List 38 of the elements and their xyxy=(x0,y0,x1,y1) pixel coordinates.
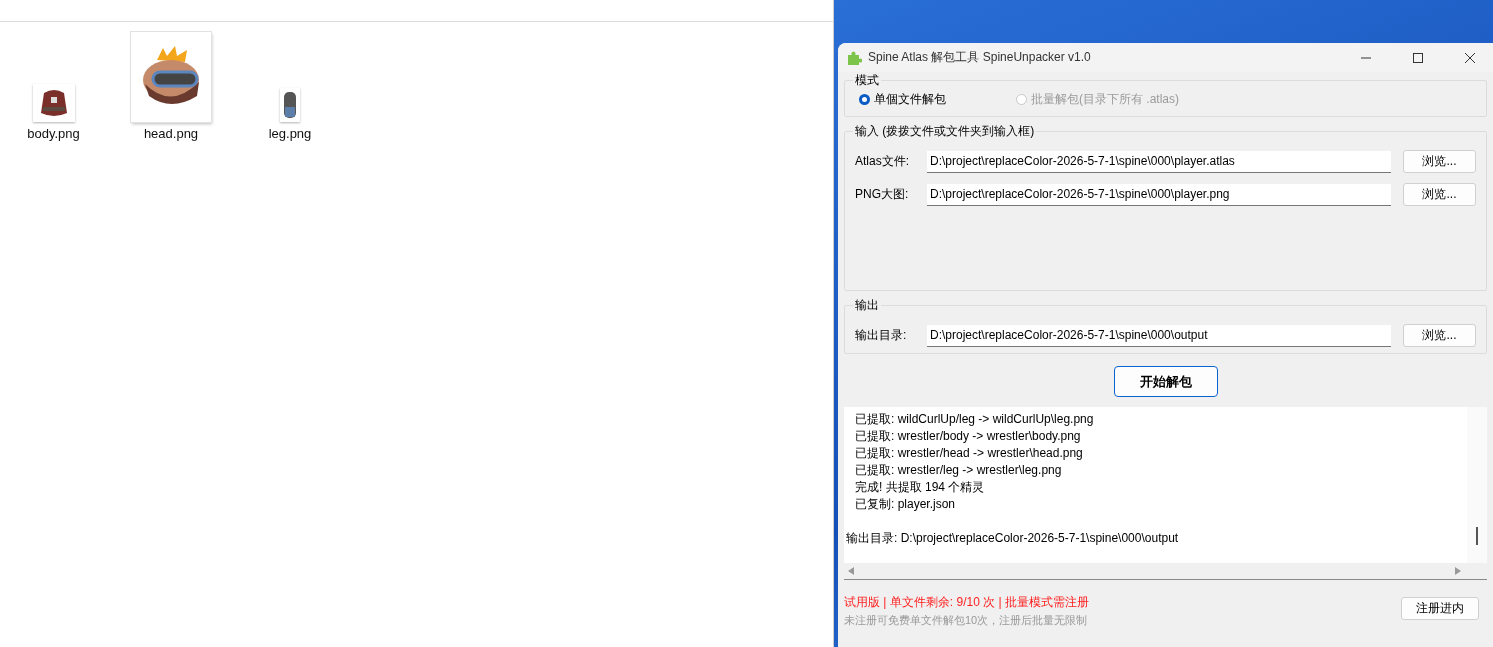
browse-button[interactable]: 浏览... xyxy=(1403,150,1476,173)
radio-option[interactable]: 单個文件解包 xyxy=(859,91,946,108)
log-line: 输出目录: D:\project\replaceColor-2026-5-7-1\spine\000\output xyxy=(846,530,1180,547)
browse-button[interactable]: 浏览... xyxy=(1403,183,1476,206)
log-line: 已提取: wrestler/body -> wrestler\body.png xyxy=(854,428,1082,445)
path-input-field[interactable]: D:\project\replaceColor-2026-5-7-1\spine\000\player.atlas xyxy=(927,150,1391,173)
image-thumbnail[interactable] xyxy=(131,32,211,122)
group-title: 模式 xyxy=(854,72,880,89)
path-input-field[interactable]: D:\project\replaceColor-2026-5-7-1\spine\000\player.png xyxy=(927,183,1391,206)
register-button[interactable]: 注册进内 xyxy=(1401,597,1479,620)
field-label: Atlas文件: xyxy=(855,153,910,170)
window-title: Spine Atlas 解包工具 SpineUnpacker v1.0 xyxy=(868,49,1092,66)
puzzle-icon xyxy=(846,49,862,66)
radio-icon[interactable] xyxy=(859,94,870,105)
image-thumbnail[interactable] xyxy=(32,84,75,122)
group-title: 输出 xyxy=(854,297,880,314)
group-title: 输入 (拨拨文件或文件夹到输入框) xyxy=(854,123,1036,140)
hint-text: 未注册可免费单文件解包10次，注册后批量无限制 xyxy=(844,613,1089,628)
close-icon[interactable] xyxy=(1465,52,1475,63)
log-line: 已复制: player.json xyxy=(854,496,957,513)
log-line: 已提取: wildCurlUp/leg -> wildCurlUp\leg.png xyxy=(854,411,1095,428)
log-line: 已提取: wrestler/leg -> wrestler\leg.png xyxy=(854,462,1063,479)
vest-sprite-icon xyxy=(38,87,69,119)
file-name[interactable]: body.png xyxy=(27,126,80,141)
image-thumbnail[interactable] xyxy=(280,88,300,122)
file-name[interactable]: head.png xyxy=(143,126,199,141)
browse-button[interactable]: 浏览... xyxy=(1403,324,1476,347)
leg-sprite-icon xyxy=(283,91,297,119)
scrollbar-thumb-icon[interactable] xyxy=(1476,527,1478,545)
file-name[interactable]: leg.png xyxy=(268,126,312,141)
path-input-field[interactable]: D:\project\replaceColor-2026-5-7-1\spine\000\output xyxy=(927,324,1391,347)
trial-status-text: 试用版 | 单文件剩余: 9/10 次 | 批量模式需注册 xyxy=(844,594,1089,611)
field-label: 输出目录: xyxy=(855,327,908,344)
start-button[interactable]: 开始解包 xyxy=(1113,366,1218,397)
maximize-icon[interactable] xyxy=(1413,52,1423,63)
log-line: 已提取: wrestler/head -> wrestler\head.png xyxy=(854,445,1084,462)
field-label: PNG大图: xyxy=(855,186,910,203)
log-line: 完成! 共提取 194 个精灵 xyxy=(854,479,986,496)
